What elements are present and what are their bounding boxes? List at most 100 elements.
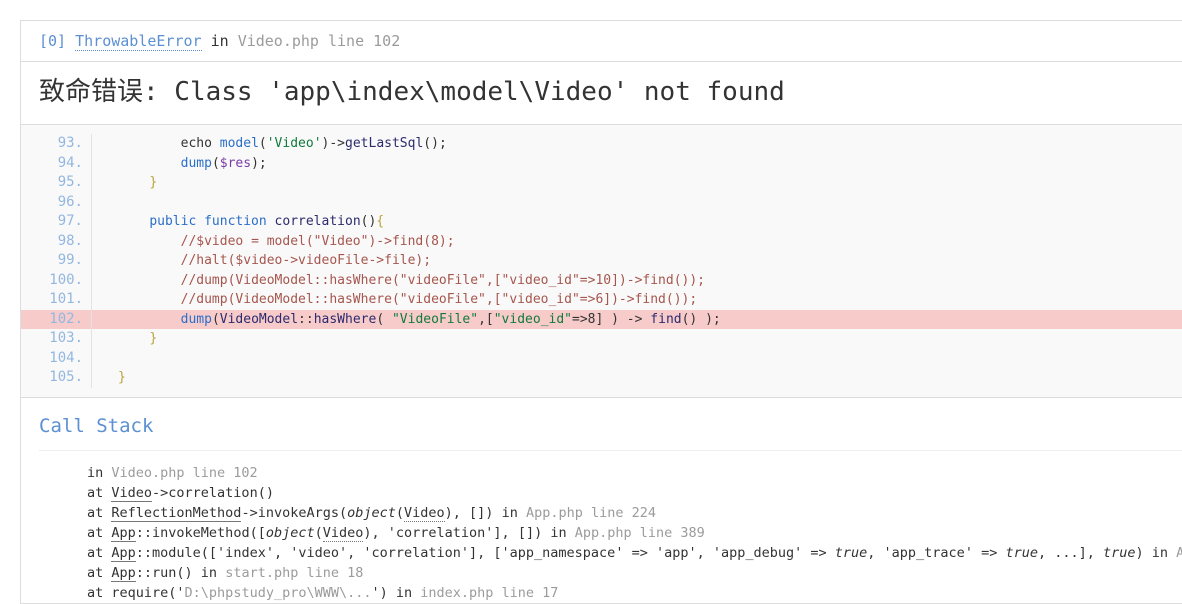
source-line: 100. //dump(VideoModel::hasWhere("videoF… xyxy=(21,270,1182,291)
code-token: //dump(VideoModel::hasWhere("videoFile",… xyxy=(180,272,706,288)
line-number: 101. xyxy=(21,290,92,310)
class-ref[interactable]: Video xyxy=(111,484,153,502)
file-ref: Video.php line 102 xyxy=(111,464,258,481)
line-code: public function correlation(){ xyxy=(92,212,1182,232)
source-line: 94. dump($res); xyxy=(21,153,1182,173)
code-token: ,[ xyxy=(478,311,494,327)
line-number: 98. xyxy=(21,231,92,251)
code-token: //dump(VideoModel::hasWhere("videoFile",… xyxy=(180,292,698,307)
line-number: 99. xyxy=(21,251,92,271)
source-line: 98. //$video = model("Video")->find(8); xyxy=(21,231,1182,252)
source-line: 96. xyxy=(21,192,1182,213)
source-line: 97. public function correlation(){ xyxy=(21,212,1182,232)
trace-text: ( xyxy=(314,524,323,541)
code-token: //halt($video->videoFile->file); xyxy=(180,253,432,268)
line-number: 104. xyxy=(21,348,92,368)
class-ref[interactable]: App xyxy=(111,544,136,562)
line-code: //$video = model("Video")->find(8); xyxy=(92,232,1182,252)
call-stack-title: Call Stack xyxy=(39,414,1182,451)
line-number: 105. xyxy=(21,368,92,388)
exception-index: [0] xyxy=(39,32,67,50)
call-stack-list: in Video.php line 102at Video->correlati… xyxy=(39,463,1182,603)
code-token: () ); xyxy=(681,311,721,327)
source-code-lines: 93. echo model('Video')->getLastSql(); 94… xyxy=(21,134,1182,388)
code-token: //$video = model("Video")->find(8); xyxy=(180,233,455,249)
file-ref: App.php line 389 xyxy=(574,524,705,541)
call-stack-item: at App::invokeMethod([object(Video), 'co… xyxy=(83,523,1182,543)
trace-text: ( xyxy=(395,504,405,521)
code-token: dump xyxy=(180,155,212,171)
exception-header: [0] ThrowableError in Video.php line 102 xyxy=(21,21,1182,62)
source-line: 99. //halt($video->videoFile->file); xyxy=(21,251,1182,271)
class-ref[interactable]: ReflectionMethod xyxy=(111,504,242,522)
code-token: find xyxy=(650,311,682,327)
trace-text: ) in xyxy=(1135,544,1177,561)
file-ref: start.php line 18 xyxy=(225,564,364,581)
line-number: 103. xyxy=(21,329,92,349)
source-line: 95. } xyxy=(21,173,1182,193)
code-token: { xyxy=(376,214,385,229)
call-stack-item: at App::module(['index', 'video', 'corre… xyxy=(83,543,1182,563)
trace-text: ->correlation() xyxy=(152,484,274,501)
trace-text: in xyxy=(87,464,112,481)
line-code: //dump(VideoModel::hasWhere("videoFile",… xyxy=(92,271,1182,291)
trace-text: ') in xyxy=(371,584,421,601)
line-code: //dump(VideoModel::hasWhere("videoFile",… xyxy=(92,290,1182,310)
class-ref[interactable]: Video xyxy=(322,524,364,542)
code-token: getLastSql xyxy=(345,136,424,151)
line-number: 95. xyxy=(21,173,92,193)
class-ref[interactable]: App xyxy=(111,564,136,582)
trace-text: true xyxy=(834,544,868,561)
code-token: } xyxy=(149,175,158,190)
trace-text: ), 'correlation'], []) in xyxy=(363,524,575,541)
line-number: 96. xyxy=(21,192,92,212)
class-ref[interactable]: App xyxy=(111,524,136,542)
line-number: 93. xyxy=(21,134,92,154)
code-token: echo xyxy=(180,136,220,151)
source-code-block: 93. echo model('Video')->getLastSql(); 94… xyxy=(21,124,1182,398)
call-stack-item: at ReflectionMethod->invokeArgs(object(V… xyxy=(83,503,1182,523)
line-number: 94. xyxy=(21,153,92,173)
code-token: hasWhere xyxy=(313,311,377,327)
call-stack-item: in Video.php line 102 xyxy=(83,463,1182,483)
class-ref[interactable]: Video xyxy=(404,504,445,522)
code-token: 'Video' xyxy=(266,136,322,151)
call-stack-section: Call Stack in Video.php line 102 at Video… xyxy=(21,398,1182,603)
code-token: correlation xyxy=(274,214,361,229)
trace-text: object xyxy=(265,524,315,541)
trace-text: object xyxy=(347,504,396,521)
call-stack-item: at require('D:\phpstudy_pro\WWW\...') in… xyxy=(83,583,1182,603)
trace-text: at xyxy=(87,504,112,521)
trace-text: ->invokeArgs( xyxy=(241,504,348,521)
trace-text: , 'app_trace' => xyxy=(867,544,1006,561)
source-line: 104. xyxy=(21,348,1182,369)
code-token: VideoModel xyxy=(219,311,299,327)
exception-type-link[interactable]: ThrowableError xyxy=(75,32,202,51)
code-token: :: xyxy=(298,311,314,327)
line-number: 102. xyxy=(21,309,92,329)
file-ref: index.php line 17 xyxy=(420,584,559,601)
code-token: model xyxy=(219,136,259,151)
trace-text: ::module(['index', 'video', 'correlation… xyxy=(135,544,835,561)
line-code: } xyxy=(92,329,1182,349)
trace-text: ::invokeMethod([ xyxy=(135,524,266,541)
trace-text: true xyxy=(1103,544,1136,561)
trace-text: ), []) in xyxy=(444,504,526,521)
exception-location: Video.php line 102 xyxy=(237,32,401,50)
file-ref: App.php l xyxy=(1176,544,1182,561)
exception-message: 致命错误: Class 'app\index\model\Video' not … xyxy=(39,77,785,107)
trace-text: ::run() in xyxy=(135,564,226,581)
trace-text: true xyxy=(1005,544,1038,561)
code-token: public function xyxy=(149,214,275,229)
line-code: dump(VideoModel::hasWhere( "VideoFile",[… xyxy=(92,310,1182,330)
code-token: (); xyxy=(423,136,447,151)
